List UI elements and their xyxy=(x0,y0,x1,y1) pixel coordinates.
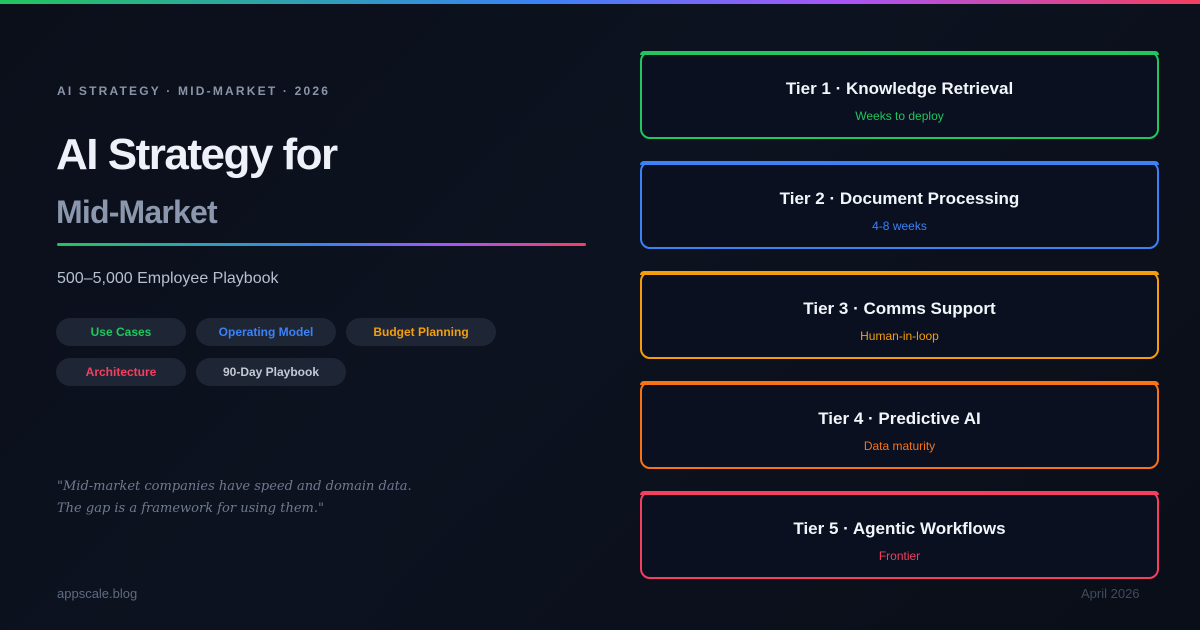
tier-title: Tier 5 · Agentic Workflows xyxy=(793,519,1006,538)
subtitle: 500–5,000 Employee Playbook xyxy=(57,270,279,287)
top-gradient-bar xyxy=(0,0,1200,4)
tier-title: Tier 1 · Knowledge Retrieval xyxy=(785,79,1014,98)
tier-card-accent xyxy=(640,271,1159,275)
tier-card-3: Tier 3 · Comms Support Human-in-loop xyxy=(640,271,1159,359)
quote-line-1: "Mid-market companies have speed and dom… xyxy=(57,479,412,494)
tier-card-accent xyxy=(640,491,1159,495)
quote: "Mid-market companies have speed and dom… xyxy=(57,476,437,520)
tier-card-4: Tier 4 · Predictive AI Data maturity xyxy=(640,381,1159,469)
tag-use-cases: Use Cases xyxy=(56,318,186,346)
tier-title: Tier 2 · Document Processing xyxy=(779,189,1020,208)
site-link[interactable]: appscale.blog xyxy=(57,586,137,601)
tier-subtitle: Data maturity xyxy=(863,439,936,453)
tier-subtitle: Weeks to deploy xyxy=(855,109,944,123)
page-title-secondary: Mid-Market xyxy=(56,194,218,230)
title-divider xyxy=(57,243,586,246)
tag-90-day-playbook: 90-Day Playbook xyxy=(196,358,346,386)
quote-line-2: The gap is a framework for using them." xyxy=(57,501,324,516)
tier-card-accent xyxy=(640,161,1159,165)
publish-date: April 2026 xyxy=(1081,586,1140,601)
tier-card-5: Tier 5 · Agentic Workflows Frontier xyxy=(640,491,1159,579)
tier-subtitle: Frontier xyxy=(878,549,921,563)
tag-operating-model: Operating Model xyxy=(196,318,336,346)
tier-title: Tier 4 · Predictive AI xyxy=(818,409,981,428)
tier-card-1: Tier 1 · Knowledge Retrieval Weeks to de… xyxy=(640,51,1159,139)
tag-budget-planning: Budget Planning xyxy=(346,318,496,346)
tier-card-accent xyxy=(640,51,1159,55)
tier-card-accent xyxy=(640,381,1159,385)
tag-architecture: Architecture xyxy=(56,358,186,386)
tier-subtitle: 4-8 weeks xyxy=(872,219,927,233)
tier-subtitle: Human-in-loop xyxy=(860,329,939,343)
page-title: AI Strategy for xyxy=(56,130,338,179)
tier-card-2: Tier 2 · Document Processing 4-8 weeks xyxy=(640,161,1159,249)
tier-title: Tier 3 · Comms Support xyxy=(803,299,996,318)
kicker-text: AI STRATEGY · MID-MARKET · 2026 xyxy=(57,84,331,98)
